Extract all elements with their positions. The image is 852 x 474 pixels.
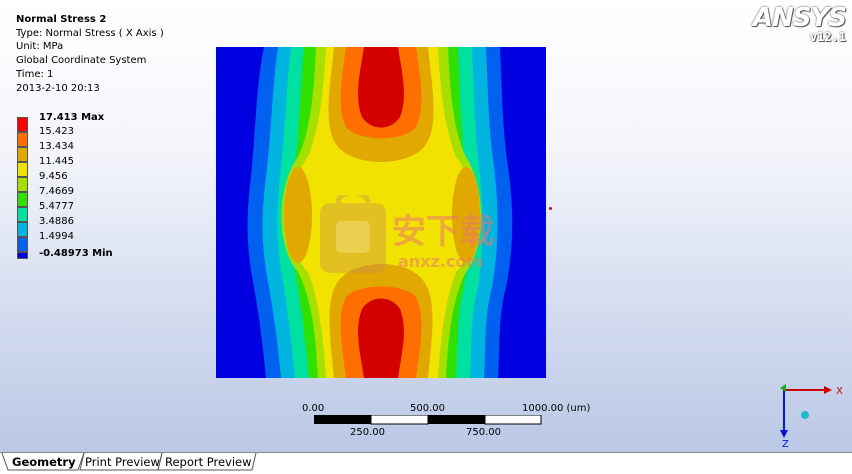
tab-print-preview[interactable]: Print Preview: [82, 453, 163, 471]
watermark-text: 安下载: [392, 212, 494, 252]
scale-label: 0.00: [302, 403, 325, 414]
tab-report-preview[interactable]: Report Preview: [162, 453, 255, 471]
legend-label-min: -0.48973 Min: [39, 248, 113, 259]
scale-bar-graphic: [314, 415, 542, 425]
result-timestamp: 2013-2-10 20:13: [16, 82, 100, 94]
legend-swatch: [17, 222, 28, 237]
legend-label: 11.445: [39, 156, 74, 167]
ansys-logo: ANSYS v12.1: [752, 3, 847, 44]
legend-label: 13.434: [39, 141, 74, 152]
legend-label-max: 17.413 Max: [39, 112, 105, 123]
legend-label: 1.4994: [39, 231, 74, 242]
legend-swatch: [17, 192, 28, 207]
legend-label: 7.4669: [39, 186, 74, 197]
coordinate-triad[interactable]: X Z: [760, 378, 850, 448]
legend-label: 9.456: [39, 171, 68, 182]
scale-bar: 0.00 500.00 1000.00 (um) 250.00 750.00: [300, 400, 600, 445]
legend-label: 15.423: [39, 126, 74, 137]
legend-label: 3.4886: [39, 216, 74, 227]
legend-swatch: [17, 162, 28, 177]
legend-swatch: [17, 147, 28, 162]
result-info-panel: Normal Stress 2 Type: Normal Stress ( X …: [16, 13, 164, 95]
view-tabs: Geometry Print Preview Report Preview: [0, 452, 852, 474]
axis-z-label: Z: [782, 439, 789, 448]
scale-label: 750.00: [466, 427, 501, 438]
legend-swatch: [17, 177, 28, 192]
result-type: Type: Normal Stress ( X Axis ): [16, 27, 164, 39]
probe-point-marker: [549, 207, 552, 210]
tab-geometry[interactable]: Geometry: [9, 453, 79, 471]
result-time: Time: 1: [16, 68, 54, 80]
legend-swatch: [17, 252, 28, 259]
legend-swatch: [17, 117, 28, 132]
contour-band: [284, 167, 312, 263]
scale-label: 500.00: [410, 403, 445, 414]
contour-band-max: [358, 298, 404, 378]
scale-label: 1000.00 (um): [522, 403, 591, 414]
contour-band-max: [358, 47, 404, 128]
legend-label: 5.4777: [39, 201, 74, 212]
graphics-viewport[interactable]: Normal Stress 2 Type: Normal Stress ( X …: [0, 0, 852, 452]
axis-x-label: X: [836, 386, 843, 397]
watermark-domain: anxz.com: [398, 252, 484, 271]
logo-brand: ANSYS: [752, 3, 847, 33]
result-coordinate-system: Global Coordinate System: [16, 55, 147, 67]
scale-label: 250.00: [350, 427, 385, 438]
legend-swatch: [17, 132, 28, 147]
result-unit: Unit: MPa: [16, 41, 64, 53]
legend-swatch: [17, 207, 28, 222]
result-title: Normal Stress 2: [16, 14, 107, 25]
legend-swatch: [17, 237, 28, 252]
